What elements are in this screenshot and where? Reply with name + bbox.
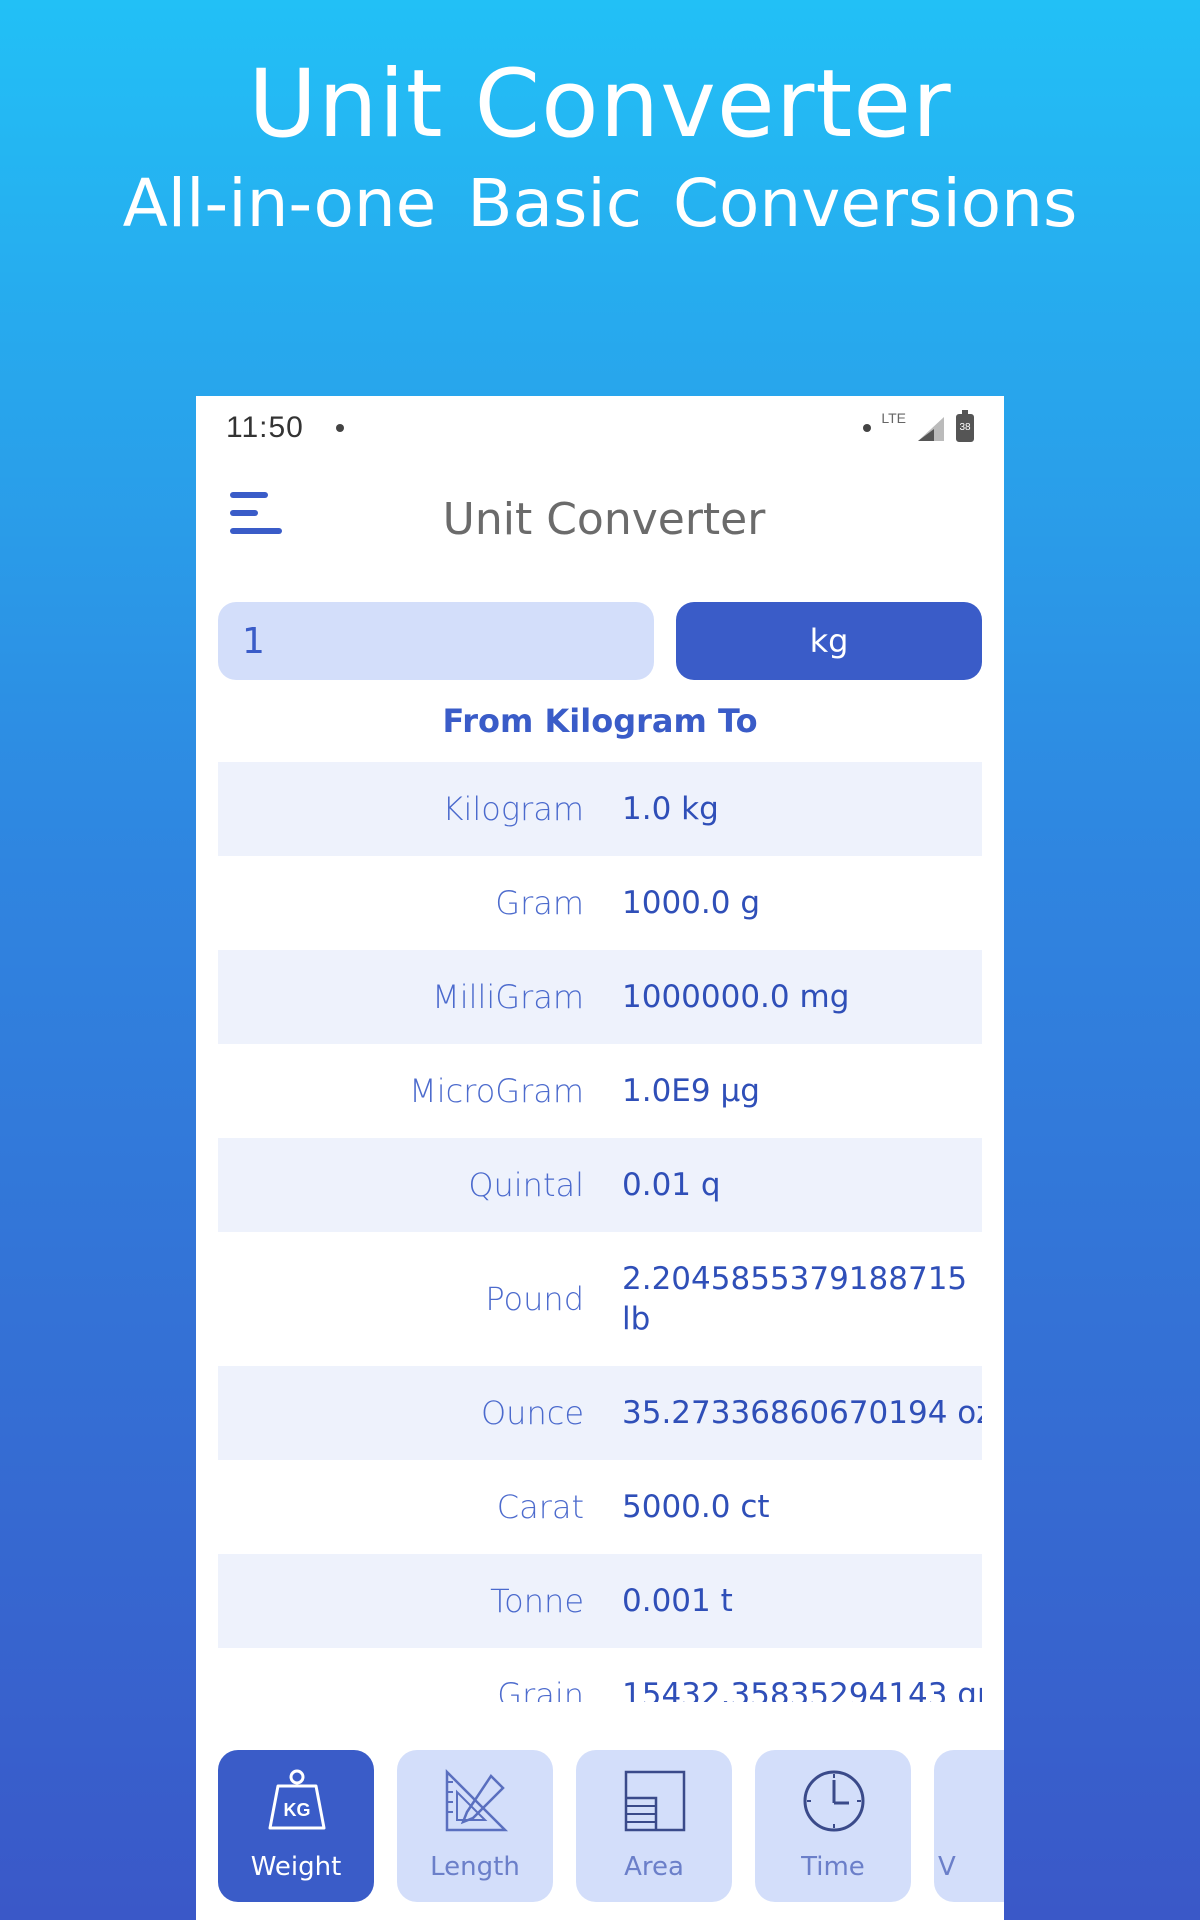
notification-dot-icon bbox=[335, 424, 344, 432]
weight-icon: KG bbox=[268, 1769, 326, 1830]
promo-title: Unit Converter bbox=[248, 50, 952, 159]
list-item: Pound 2.2045855379188715 lb bbox=[218, 1232, 982, 1366]
list-item: Tonne 0.001 t bbox=[218, 1554, 982, 1648]
list-item: Grain 15432.35835294143 gr bbox=[218, 1648, 982, 1702]
list-item: Carat 5000.0 ct bbox=[218, 1460, 982, 1554]
nav-item-length[interactable]: Length bbox=[397, 1750, 553, 1902]
unit-name: Grain bbox=[497, 1676, 584, 1702]
volume-icon bbox=[980, 1768, 1004, 1834]
list-item: MilliGram 1000000.0 mg bbox=[218, 950, 982, 1044]
phone-screen: 11:50 LTE 38 Unit Converter kg From Kilo… bbox=[196, 396, 1004, 1920]
unit-value: 0.001 t bbox=[622, 1583, 733, 1619]
category-nav: KG Weight Length Area Time V bbox=[218, 1750, 1004, 1920]
nav-item-volume[interactable]: V bbox=[934, 1750, 1004, 1902]
nav-item-area[interactable]: Area bbox=[576, 1750, 732, 1902]
area-icon bbox=[624, 1770, 686, 1832]
svg-text:KG: KG bbox=[284, 1800, 311, 1820]
unit-value: 1.0E9 µg bbox=[622, 1073, 760, 1109]
list-item: Kilogram 1.0 kg bbox=[218, 762, 982, 856]
list-item: Quintal 0.01 q bbox=[218, 1138, 982, 1232]
unit-value: 0.01 q bbox=[622, 1167, 721, 1203]
value-input[interactable] bbox=[218, 602, 654, 680]
nav-label: Length bbox=[430, 1852, 520, 1882]
list-item: MicroGram 1.0E9 µg bbox=[218, 1044, 982, 1138]
app-title: Unit Converter bbox=[442, 494, 766, 545]
nav-item-weight[interactable]: KG Weight bbox=[218, 1750, 374, 1902]
unit-name: Kilogram bbox=[442, 790, 584, 828]
unit-name: Quintal bbox=[468, 1166, 584, 1204]
signal-icon bbox=[918, 417, 944, 441]
unit-select-button[interactable]: kg bbox=[676, 602, 982, 680]
clock-icon bbox=[803, 1770, 865, 1832]
status-indicators: LTE 38 bbox=[863, 410, 974, 443]
nav-label: Weight bbox=[250, 1852, 342, 1882]
list-item: Gram 1000.0 g bbox=[218, 856, 982, 950]
unit-value: 35.27336860670194 oz bbox=[622, 1395, 982, 1431]
unit-name: Pound bbox=[485, 1280, 584, 1318]
from-unit-label: From Kilogram To bbox=[442, 702, 758, 740]
unit-name: MicroGram bbox=[409, 1072, 584, 1110]
unit-value: 1000.0 g bbox=[622, 885, 761, 921]
unit-name: Carat bbox=[496, 1488, 584, 1526]
ruler-icon bbox=[445, 1768, 509, 1832]
notification-dot-icon bbox=[863, 424, 872, 432]
unit-name: Gram bbox=[495, 884, 584, 922]
nav-item-time[interactable]: Time bbox=[755, 1750, 911, 1902]
battery-icon: 38 bbox=[956, 410, 974, 442]
status-time: 11:50 bbox=[226, 411, 304, 444]
unit-value: 1000000.0 mg bbox=[622, 979, 850, 1015]
battery-level: 38 bbox=[959, 422, 971, 433]
unit-value: 5000.0 ct bbox=[622, 1489, 770, 1525]
unit-name: Ounce bbox=[480, 1394, 584, 1432]
unit-value: 15432.35835294143 gr bbox=[622, 1677, 982, 1702]
nav-label: Area bbox=[624, 1852, 684, 1882]
network-type: LTE bbox=[881, 410, 906, 426]
unit-value: 1.0 kg bbox=[622, 791, 719, 827]
promo-subtitle: All-in-one Basic Conversions bbox=[122, 165, 1078, 242]
unit-name: Tonne bbox=[490, 1582, 584, 1620]
status-bar: 11:50 LTE 38 bbox=[196, 396, 1004, 460]
nav-label: Time bbox=[801, 1852, 865, 1882]
list-item: Ounce 35.27336860670194 oz bbox=[218, 1366, 982, 1460]
nav-label: V bbox=[938, 1852, 956, 1882]
unit-value: 2.2045855379188715 lb bbox=[622, 1261, 968, 1337]
results-list[interactable]: Kilogram 1.0 kg Gram 1000.0 g MilliGram … bbox=[218, 762, 982, 1702]
unit-name: MilliGram bbox=[432, 978, 584, 1016]
